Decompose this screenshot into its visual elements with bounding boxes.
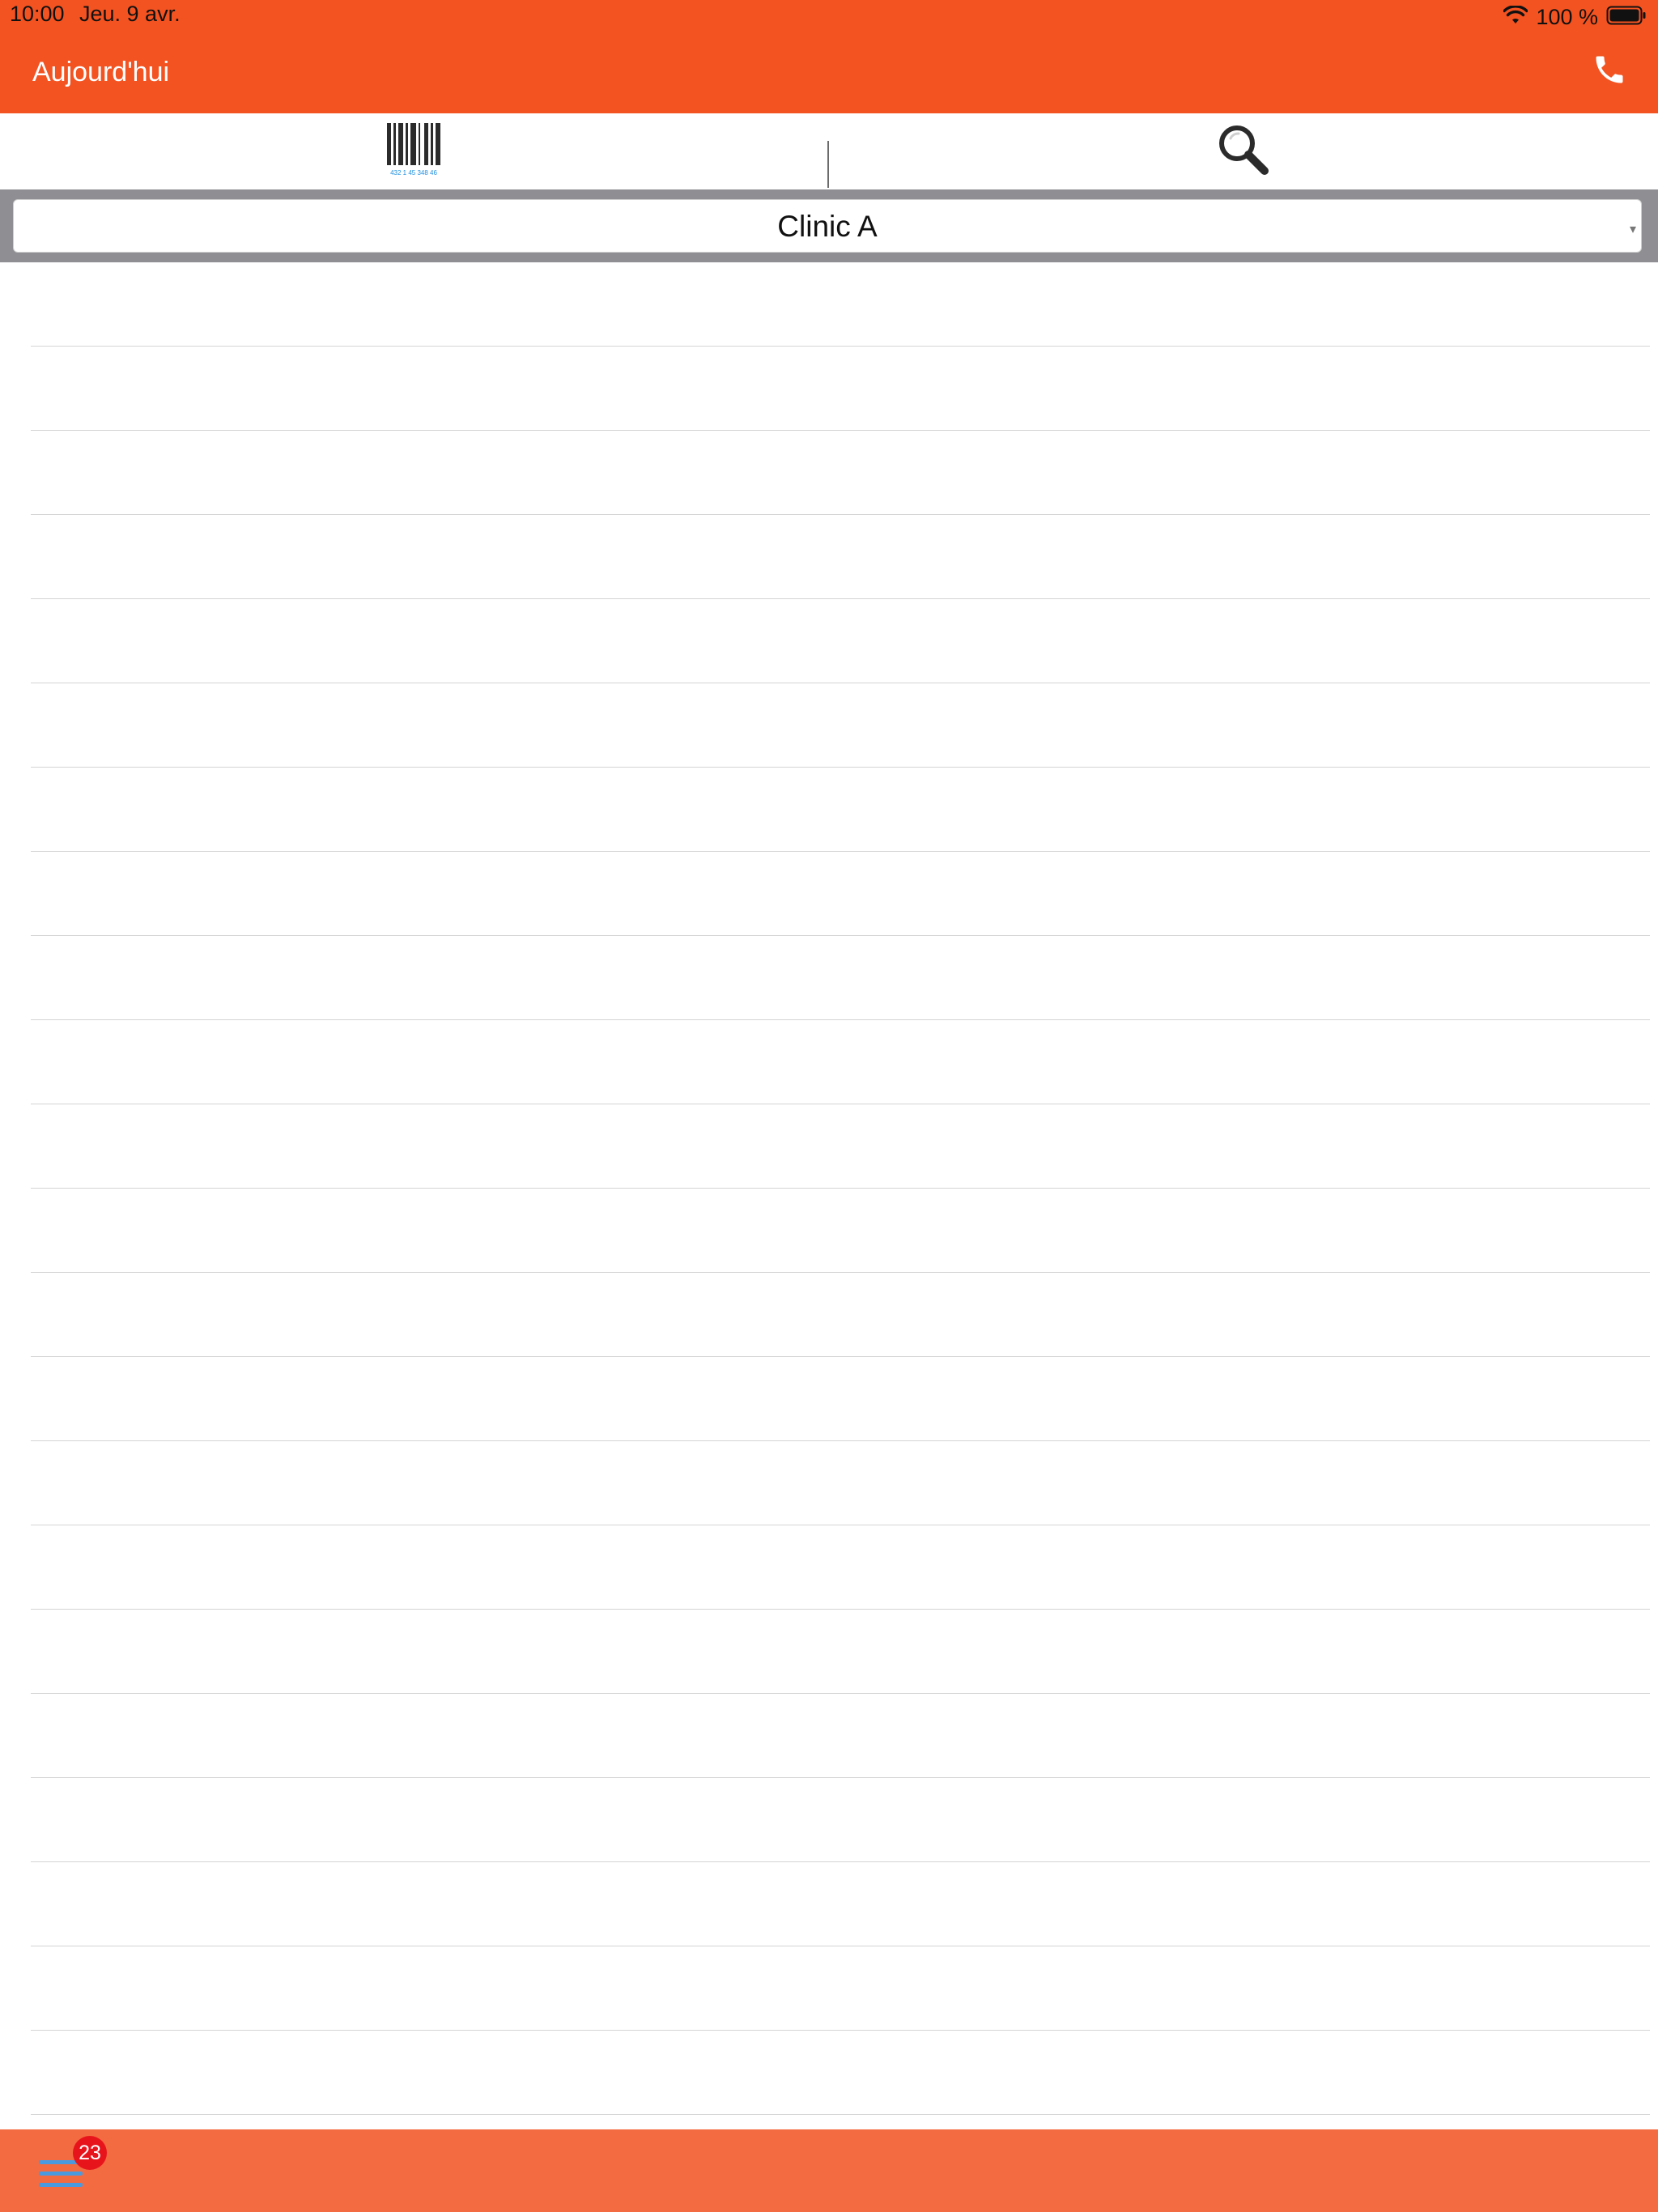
list-item[interactable]	[31, 1778, 1650, 1862]
notification-badge: 23	[73, 2136, 107, 2170]
wifi-icon	[1503, 4, 1529, 29]
appointments-list	[0, 262, 1658, 2129]
list-item[interactable]	[31, 1441, 1650, 1525]
barcode-scan-button[interactable]: 432 1 45 348 46	[0, 113, 827, 189]
list-item[interactable]	[31, 1946, 1650, 2031]
status-indicators: 100 %	[1503, 3, 1647, 31]
clinic-picker-band: Clinic A ▾	[0, 189, 1658, 262]
barcode-digits: 432 1 45 348 46	[390, 169, 437, 177]
barcode-icon: 432 1 45 348 46	[385, 121, 442, 182]
clinic-select[interactable]: Clinic A ▾	[13, 199, 1642, 253]
battery-percent: 100 %	[1536, 4, 1598, 29]
list-item[interactable]	[31, 1273, 1650, 1357]
phone-icon	[1592, 52, 1627, 91]
status-date: Jeu. 9 avr.	[79, 2, 181, 26]
app-screen: 10:00 Jeu. 9 avr. 100 % Aujourd'hui 432 …	[0, 0, 1658, 2212]
search-button[interactable]	[829, 113, 1658, 189]
list-item[interactable]	[31, 2031, 1650, 2115]
list-item[interactable]	[31, 852, 1650, 936]
list-item[interactable]	[31, 1694, 1650, 1778]
top-header: 10:00 Jeu. 9 avr. 100 % Aujourd'hui	[0, 0, 1658, 113]
list-item[interactable]	[31, 347, 1650, 431]
list-item[interactable]	[31, 1357, 1650, 1441]
action-toolbar: 432 1 45 348 46	[0, 113, 1658, 189]
list-item[interactable]	[31, 1610, 1650, 1694]
list-item[interactable]	[31, 431, 1650, 515]
list-item[interactable]	[31, 936, 1650, 1020]
clinic-selected-value: Clinic A	[777, 210, 878, 243]
list-item[interactable]	[31, 1020, 1650, 1104]
battery-icon	[1606, 5, 1647, 30]
list-item[interactable]	[31, 683, 1650, 768]
list-item[interactable]	[31, 599, 1650, 683]
list-item[interactable]	[31, 1189, 1650, 1273]
list-item[interactable]	[31, 262, 1650, 347]
call-button[interactable]	[1588, 50, 1630, 92]
search-icon	[1216, 122, 1271, 181]
list-item[interactable]	[31, 1104, 1650, 1189]
page-title: Aujourd'hui	[32, 57, 170, 87]
status-time: 10:00	[10, 2, 65, 26]
list-item[interactable]	[31, 1525, 1650, 1610]
caret-down-icon: ▾	[1629, 223, 1636, 236]
list-item[interactable]	[31, 768, 1650, 852]
list-item[interactable]	[31, 1862, 1650, 1946]
list-item[interactable]	[31, 515, 1650, 599]
bottom-bar	[0, 2129, 1658, 2212]
